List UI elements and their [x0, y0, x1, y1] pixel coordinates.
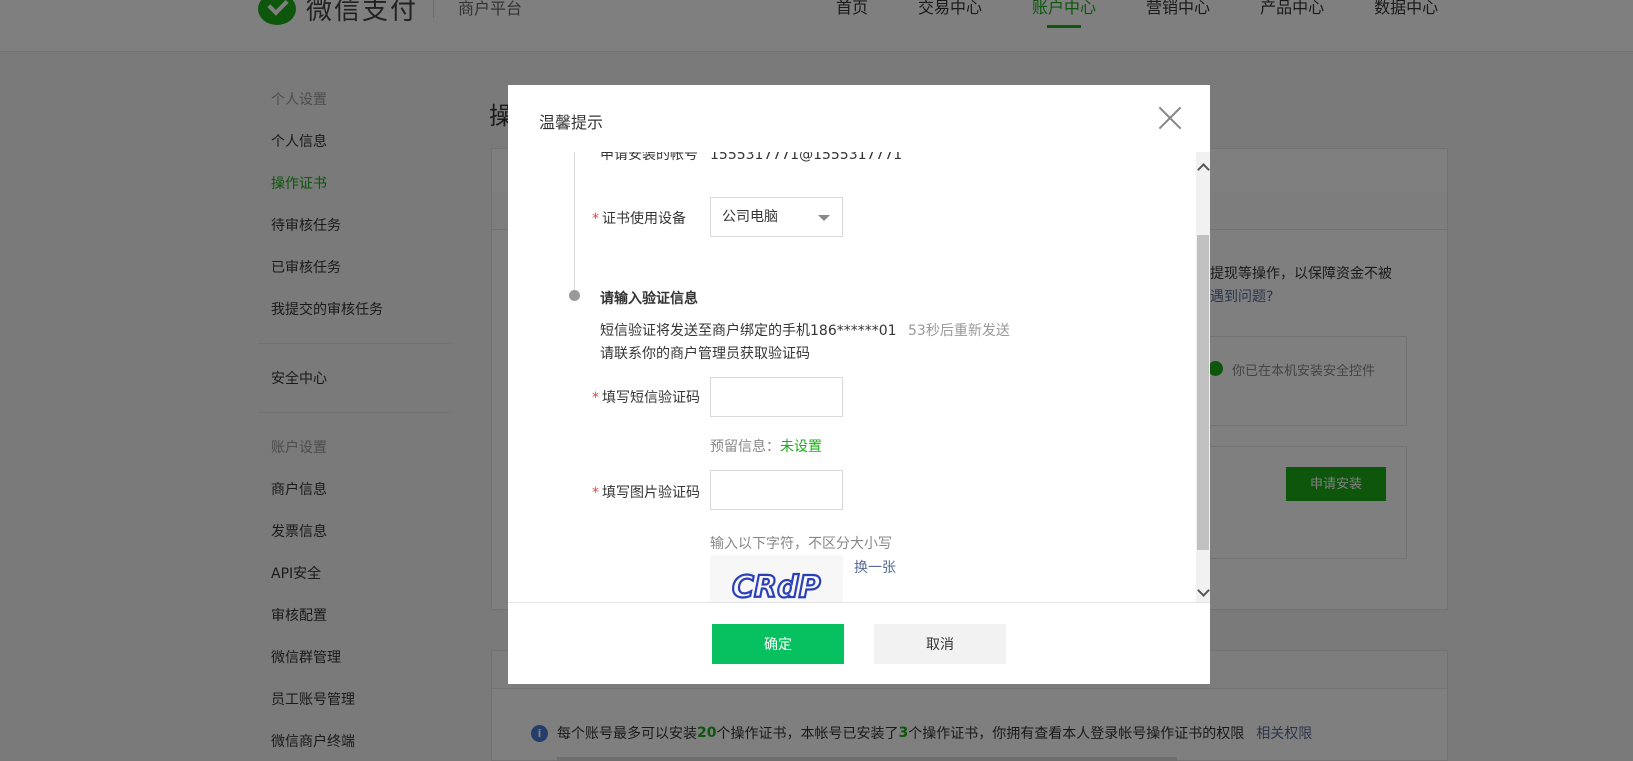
device-select[interactable]: 公司电脑 [710, 197, 843, 237]
required-mark: * [592, 211, 599, 227]
verify-section-title: 请输入验证信息 [600, 291, 698, 307]
scroll-thumb[interactable] [1197, 235, 1209, 550]
required-mark: * [592, 390, 599, 406]
refresh-captcha-link[interactable]: 换一张 [854, 557, 896, 577]
reserve-value[interactable]: 未设置 [780, 439, 822, 455]
account-row: 申请安装的帐号 1555317771@1555317771 [600, 152, 902, 164]
dialog-footer: 确定 取消 [508, 602, 1210, 684]
contact-admin-text: 请联系你的商户管理员获取验证码 [600, 346, 810, 362]
account-label: 申请安装的帐号 [600, 152, 698, 163]
confirm-button[interactable]: 确定 [712, 624, 844, 664]
captcha-image[interactable]: CRdP [710, 555, 843, 602]
reserve-info: 预留信息：未设置 [710, 436, 822, 456]
image-code-label: * 填写图片验证码 [592, 482, 700, 502]
sms-code-label-text: 填写短信验证码 [602, 390, 700, 406]
image-code-input[interactable] [710, 470, 843, 510]
captcha-hint: 输入以下字符，不区分大小写 [710, 536, 892, 552]
device-label-text: 证书使用设备 [602, 211, 686, 227]
sms-code-label: * 填写短信验证码 [592, 387, 700, 407]
account-value: 1555317771@1555317771 [710, 152, 903, 163]
resend-countdown: 53秒后重新发送 [908, 323, 1010, 339]
device-selected-value: 公司电脑 [722, 209, 778, 225]
sms-code-input[interactable] [710, 377, 843, 417]
dialog-scrollbar[interactable] [1196, 152, 1210, 602]
scroll-down-icon[interactable] [1196, 584, 1210, 602]
scroll-up-icon[interactable] [1196, 158, 1210, 176]
timeline-dot [569, 290, 580, 301]
image-code-label-text: 填写图片验证码 [602, 485, 700, 501]
captcha-text: CRdP [732, 570, 821, 602]
close-icon[interactable] [1158, 106, 1182, 130]
dialog-body: 申请安装的帐号 1555317771@1555317771 * 证书使用设备 公司电… [508, 152, 1210, 602]
cancel-button[interactable]: 取消 [874, 624, 1006, 664]
chevron-down-icon [818, 215, 830, 221]
reserve-label: 预留信息： [710, 439, 780, 455]
tip-dialog: 温馨提示 申请安装的帐号 1555317771@1555317771 * 证书使用设… [508, 85, 1210, 684]
dialog-title: 温馨提示 [539, 113, 604, 132]
captcha-graphic: CRdP [731, 569, 822, 602]
sms-notice: 短信验证将发送至商户绑定的手机186******01 [600, 323, 897, 339]
required-mark: * [592, 485, 599, 501]
timeline-line [574, 152, 575, 296]
device-label: * 证书使用设备 [592, 208, 686, 228]
